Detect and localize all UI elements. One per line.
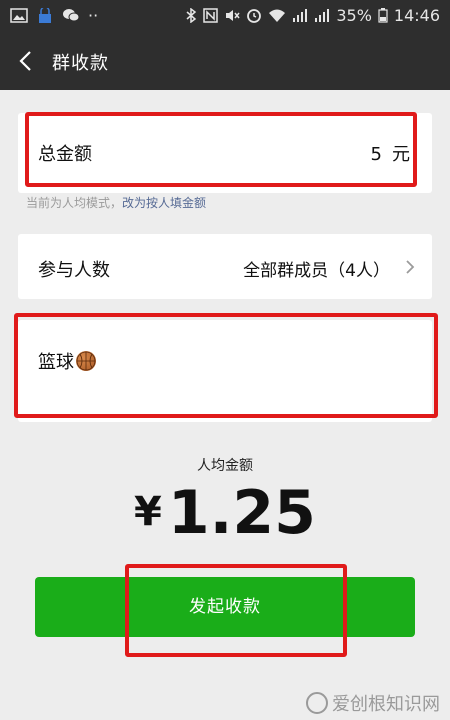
status-more-dots: ·· <box>88 6 99 25</box>
watermark-text: 爱创根知识网 <box>332 694 440 715</box>
currency-unit: 元 <box>392 144 410 165</box>
nfc-icon <box>203 8 219 23</box>
signal-2-icon <box>315 9 330 22</box>
status-bar: ·· 35% 14:46 <box>0 0 450 32</box>
note-input[interactable]: 篮球 <box>18 320 432 422</box>
wifi-icon <box>269 9 286 22</box>
clock-time: 14:46 <box>393 6 440 25</box>
total-amount-value[interactable]: 5元 <box>371 140 410 166</box>
average-amount-label: 人均金额 <box>197 458 253 474</box>
watermark-logo-icon <box>306 692 328 714</box>
signal-icon <box>293 9 308 22</box>
mode-hint: 当前为人均模式，改为按人填金额 <box>26 194 206 211</box>
back-arrow-icon[interactable] <box>14 48 40 74</box>
total-amount-label: 总金额 <box>38 144 92 165</box>
nav-bar: 群收款 <box>0 32 450 90</box>
status-right-icons: 35% 14:46 <box>185 6 440 25</box>
switch-mode-link[interactable]: 改为按人填金额 <box>122 196 206 210</box>
mute-icon <box>226 10 240 21</box>
chevron-right-icon <box>406 260 415 274</box>
participants-value: 全部群成员（4人） <box>243 261 390 281</box>
mode-hint-text: 当前为人均模式， <box>26 196 123 210</box>
participants-row[interactable]: 参与人数 全部群成员（4人） <box>18 234 432 299</box>
battery-percent: 35% <box>336 6 372 25</box>
basketball-emoji-icon <box>76 351 96 371</box>
average-amount: ¥1.25 <box>0 478 450 548</box>
alarm-icon <box>247 9 262 23</box>
gallery-icon <box>10 8 28 23</box>
average-amount-value: 1.25 <box>167 478 316 548</box>
note-content[interactable]: 篮球 <box>38 348 96 374</box>
lock-app-icon <box>39 8 51 23</box>
page-title: 群收款 <box>52 53 109 74</box>
bluetooth-icon <box>186 8 197 23</box>
wechat-icon <box>63 9 80 22</box>
watermark: 爱创根知识网 <box>306 690 440 716</box>
status-left-icons: ·· <box>10 6 98 25</box>
participants-label: 参与人数 <box>38 260 110 281</box>
battery-icon <box>378 8 388 23</box>
start-collection-button[interactable]: 发起收款 <box>35 577 415 637</box>
total-amount-field[interactable]: 总金额 5元 <box>18 113 432 193</box>
note-text: 篮球 <box>38 352 74 373</box>
total-amount-input[interactable]: 5 <box>371 144 382 165</box>
currency-symbol: ¥ <box>134 489 162 535</box>
